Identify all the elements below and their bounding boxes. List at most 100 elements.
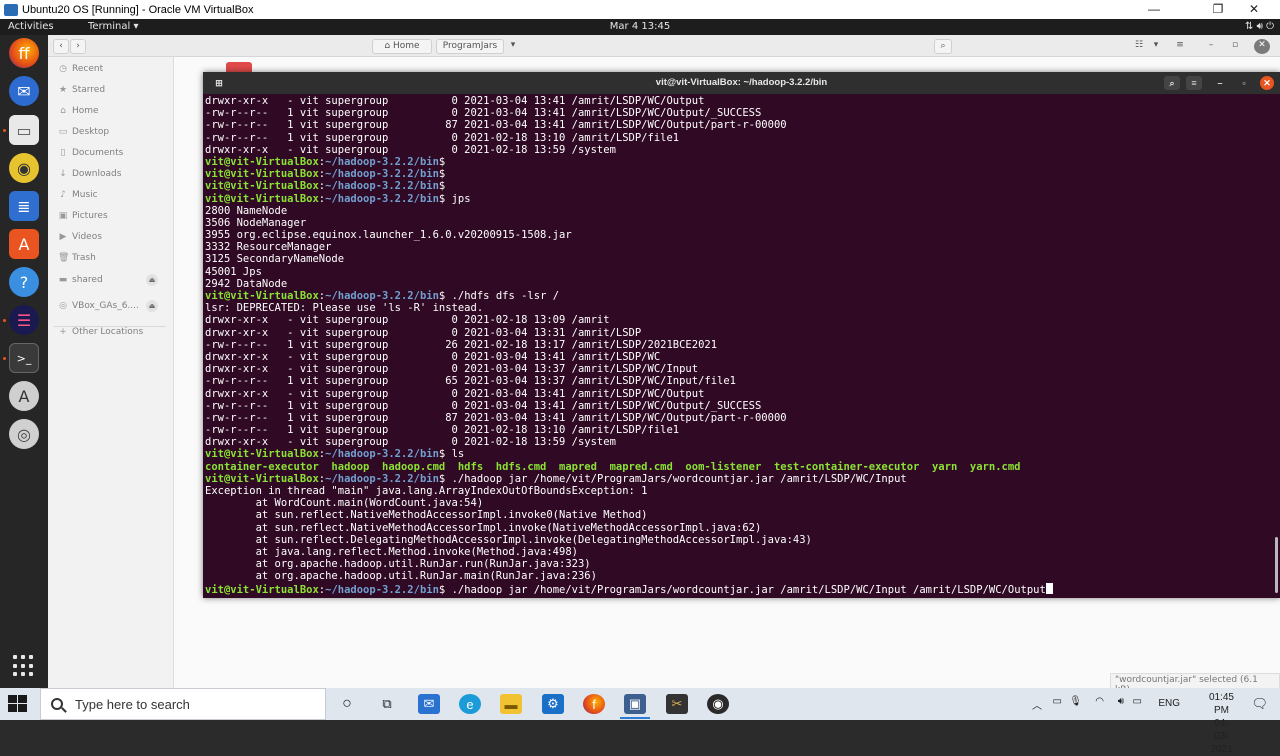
- output-text: drwxr-xr-x - vit supergroup 0 2021-03-04…: [205, 95, 705, 107]
- close-icon[interactable]: ✕: [1260, 76, 1274, 90]
- sidebar-item-documents[interactable]: ▯ Documents: [58, 146, 124, 160]
- terminal-output-line: container-executor hadoop hadoop.cmd hdf…: [205, 461, 1275, 473]
- restore-button[interactable]: ❐: [1200, 0, 1236, 19]
- command-text: jps: [445, 192, 471, 205]
- maximize-icon[interactable]: ▫: [1236, 76, 1252, 90]
- firefox-icon[interactable]: ff: [9, 38, 39, 68]
- output-text: at sun.reflect.NativeMethodAccessorImpl.…: [205, 509, 648, 522]
- prompt-path: ~/hadoop-3.2.2/bin: [325, 192, 439, 205]
- notifications-icon[interactable]: 🗨︎: [1251, 696, 1268, 712]
- software-updater-icon[interactable]: A: [9, 381, 39, 411]
- cortana-icon[interactable]: ○: [336, 694, 358, 714]
- forward-button[interactable]: ›: [70, 39, 86, 54]
- output-text: at sun.reflect.NativeMethodAccessorImpl.…: [205, 521, 762, 534]
- breadcrumb-home[interactable]: ⌂ Home: [372, 39, 432, 54]
- view-list-icon[interactable]: ☷: [1128, 39, 1150, 54]
- optical-disc-icon[interactable]: ◎: [9, 419, 39, 449]
- minimize-icon[interactable]: –: [1204, 39, 1218, 54]
- settings-app-icon[interactable]: ⚙: [542, 694, 564, 714]
- system-menu[interactable]: ⇅ 🔊︎ ⏻: [1245, 19, 1274, 35]
- search-icon[interactable]: ⌕: [1164, 76, 1180, 90]
- files-headerbar: ‹ › ⌂ Home ProgramJars ▾ ⌕ ☷ ▾ ≡ – ▫ ✕: [48, 35, 1280, 57]
- sidebar-item-music[interactable]: ♪ Music: [58, 188, 97, 202]
- show-applications-icon[interactable]: [13, 655, 35, 677]
- minimize-button[interactable]: —: [1136, 0, 1172, 19]
- prompt-user: vit@vit-VirtualBox: [205, 180, 319, 193]
- firefox-icon[interactable]: f: [583, 694, 605, 714]
- speaker-icon[interactable]: 🔊︎: [1118, 696, 1124, 707]
- terminal-output-line: -rw-r--r-- 1 vit supergroup 87 2021-03-0…: [205, 119, 1275, 131]
- path-menu-icon[interactable]: ▾: [506, 39, 520, 54]
- output-text: Exception in thread "main" java.lang.Arr…: [205, 485, 648, 497]
- software-center-icon[interactable]: A: [9, 229, 39, 259]
- output-text: -rw-r--r-- 1 vit supergroup 87 2021-03-0…: [205, 411, 787, 424]
- breadcrumb-programjars[interactable]: ProgramJars: [436, 39, 504, 54]
- sidebar-item-desktop[interactable]: ▭ Desktop: [58, 125, 109, 139]
- battery-icon[interactable]: ▭: [1133, 696, 1142, 707]
- sidebar-item-videos[interactable]: ▶ Videos: [58, 230, 102, 244]
- sidebar-item-other-locations[interactable]: + Other Locations: [58, 325, 143, 339]
- terminal-output[interactable]: drwxr-xr-x - vit supergroup 0 2021-03-04…: [205, 95, 1275, 597]
- rhythmbox-icon[interactable]: ◉: [9, 153, 39, 183]
- eject-icon[interactable]: ⏏: [146, 300, 158, 312]
- command-text: ./hadoop jar /home/vit/ProgramJars/wordc…: [445, 583, 1046, 596]
- libreoffice-writer-icon[interactable]: ≣: [9, 191, 39, 221]
- windows-start-button[interactable]: [8, 695, 28, 713]
- back-button[interactable]: ‹: [53, 39, 69, 54]
- virtualbox-icon[interactable]: ▣: [624, 694, 646, 714]
- terminal-scrollbar[interactable]: [1275, 537, 1278, 593]
- new-tab-icon[interactable]: ⊞: [211, 76, 227, 90]
- output-text: 3125 SecondaryNameNode: [205, 253, 345, 266]
- minimize-icon[interactable]: –: [1212, 76, 1228, 90]
- task-view-icon[interactable]: ⧉: [376, 694, 398, 714]
- sidebar-item-downloads[interactable]: ↓ Downloads: [58, 167, 121, 181]
- obs-icon[interactable]: ◉: [707, 694, 729, 714]
- trash-icon: 🗑︎: [58, 253, 70, 263]
- sidebar-item-vbox-gas[interactable]: ◎ VBox_GAs_6....: [58, 299, 139, 313]
- edge-icon[interactable]: e: [459, 694, 481, 714]
- taskbar-search-box[interactable]: Type here to search: [40, 688, 326, 720]
- mail-icon[interactable]: ✉: [418, 694, 440, 714]
- output-text: drwxr-xr-x - vit supergroup 0 2021-03-04…: [205, 387, 705, 400]
- videos-icon: ▶: [59, 232, 67, 242]
- chevron-up-icon[interactable]: ︿: [1032, 697, 1042, 712]
- sidebar-item-home[interactable]: ⌂ Home: [58, 104, 98, 118]
- eclipse-icon[interactable]: ☰: [9, 305, 39, 335]
- output-text: -rw-r--r-- 1 vit supergroup 0 2021-03-04…: [205, 107, 762, 120]
- sidebar-item-shared[interactable]: ▬ shared: [58, 273, 103, 287]
- close-icon[interactable]: ✕: [1254, 39, 1270, 54]
- taskbar-clock[interactable]: 01:45 PM 04-03-2021: [1209, 691, 1234, 756]
- maximize-icon[interactable]: ▫: [1228, 39, 1242, 54]
- search-icon[interactable]: ⌕: [934, 39, 952, 54]
- sidebar-item-pictures[interactable]: ▣ Pictures: [58, 209, 108, 223]
- microphone-icon[interactable]: 🎙︎: [1069, 696, 1082, 707]
- places-sidebar: ◷ Recent ★ Starred ⌂ Home ▭ Desktop ▯ Documen…: [48, 57, 174, 688]
- sidebar-item-starred[interactable]: ★ Starred: [58, 83, 105, 97]
- prompt-user: vit@vit-VirtualBox: [205, 472, 319, 485]
- snipping-tool-icon[interactable]: ✂: [666, 694, 688, 714]
- language-indicator[interactable]: ENG: [1158, 698, 1180, 709]
- tray-app-icon[interactable]: ▭: [1053, 696, 1062, 707]
- terminal-icon[interactable]: >_: [9, 343, 39, 373]
- view-options-icon[interactable]: ▾: [1150, 39, 1162, 54]
- file-explorer-icon[interactable]: ▬: [500, 694, 522, 714]
- sidebar-item-recent[interactable]: ◷ Recent: [58, 62, 103, 76]
- output-text: at org.apache.hadoop.util.RunJar.main(Ru…: [205, 570, 597, 583]
- hamburger-menu-icon[interactable]: ≡: [1172, 39, 1188, 54]
- prompt-path: ~/hadoop-3.2.2/bin: [325, 180, 439, 193]
- terminal-output-line: drwxr-xr-x - vit supergroup 0 2021-03-04…: [205, 388, 1275, 400]
- clock[interactable]: Mar 4 13:45: [0, 19, 1280, 35]
- help-icon[interactable]: ?: [9, 267, 39, 297]
- output-text: -rw-r--r-- 1 vit supergroup 0 2021-02-18…: [205, 131, 680, 144]
- wifi-icon[interactable]: ◠: [1095, 696, 1104, 707]
- hamburger-menu-icon[interactable]: ≡: [1186, 76, 1202, 90]
- terminal-output-line: -rw-r--r-- 1 vit supergroup 0 2021-02-18…: [205, 132, 1275, 144]
- terminal-prompt-line: vit@vit-VirtualBox:~/hadoop-3.2.2/bin$: [205, 180, 446, 193]
- eject-icon[interactable]: ⏏: [146, 274, 158, 286]
- thunderbird-icon[interactable]: ✉: [9, 76, 39, 106]
- terminal-window[interactable]: ⊞ vit@vit-VirtualBox: ~/hadoop-3.2.2/bin…: [203, 72, 1280, 598]
- files-icon[interactable]: ▭: [9, 115, 39, 145]
- close-button[interactable]: ✕: [1236, 0, 1272, 19]
- sidebar-item-trash[interactable]: 🗑︎ Trash: [58, 251, 96, 265]
- terminal-output-line: -rw-r--r-- 1 vit supergroup 26 2021-02-1…: [205, 339, 1275, 351]
